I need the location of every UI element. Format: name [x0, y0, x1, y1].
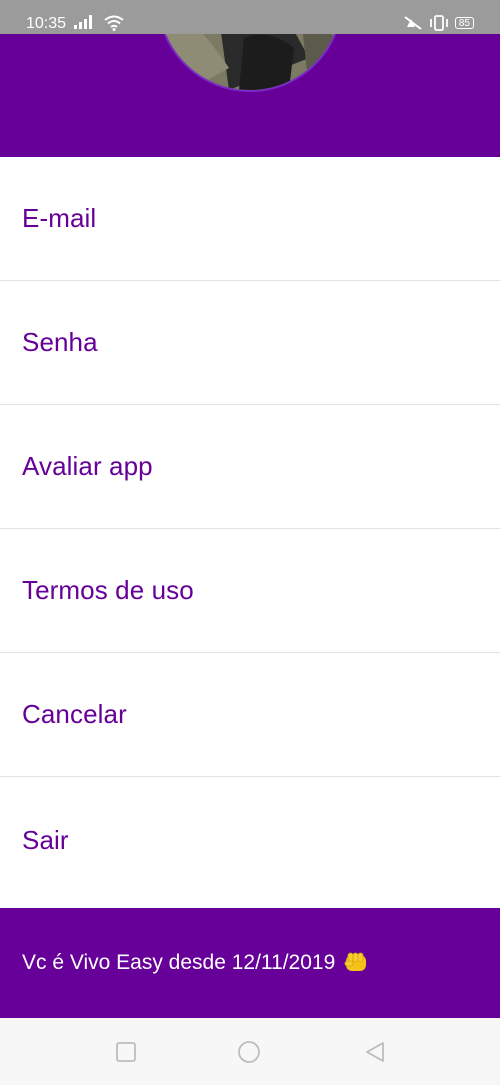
battery-level: 85	[458, 17, 470, 29]
menu-item-cancel[interactable]: Cancelar	[0, 653, 500, 777]
status-time: 10:35	[26, 15, 67, 32]
status-bar: 10:35 85	[0, 0, 500, 34]
fist-icon	[344, 952, 367, 971]
menu-item-rate-app[interactable]: Avaliar app	[0, 405, 500, 529]
profile-header	[0, 34, 500, 157]
vibrate-off-icon	[404, 16, 422, 30]
menu-item-logout[interactable]: Sair	[0, 777, 500, 903]
status-icons-right: 85	[403, 15, 474, 31]
menu-item-email[interactable]: E-mail	[0, 157, 500, 281]
menu-item-label: Avaliar app	[22, 451, 153, 481]
avatar[interactable]	[157, 34, 343, 92]
member-since-text: Vc é Vivo Easy desde 12/11/2019	[22, 951, 336, 974]
member-since-banner: Vc é Vivo Easy desde 12/11/2019	[0, 908, 500, 1018]
settings-menu: E-mail Senha Avaliar app Termos de uso C…	[0, 157, 500, 903]
battery-icon: 85	[454, 17, 474, 29]
menu-item-terms[interactable]: Termos de uso	[0, 529, 500, 653]
system-nav-bar	[0, 1018, 500, 1085]
signal-icon	[74, 15, 92, 29]
vibrate-icon	[429, 15, 448, 31]
wifi-icon	[104, 15, 125, 31]
recents-square-icon[interactable]	[114, 1040, 138, 1064]
menu-item-password[interactable]: Senha	[0, 281, 500, 405]
menu-item-label: Senha	[22, 327, 98, 357]
home-circle-icon[interactable]	[237, 1040, 261, 1064]
menu-item-label: Sair	[22, 824, 69, 855]
status-icons-left	[74, 15, 125, 31]
menu-item-label: Termos de uso	[22, 575, 194, 605]
menu-item-label: Cancelar	[22, 699, 127, 729]
back-triangle-icon[interactable]	[363, 1040, 387, 1064]
menu-item-label: E-mail	[22, 203, 97, 233]
